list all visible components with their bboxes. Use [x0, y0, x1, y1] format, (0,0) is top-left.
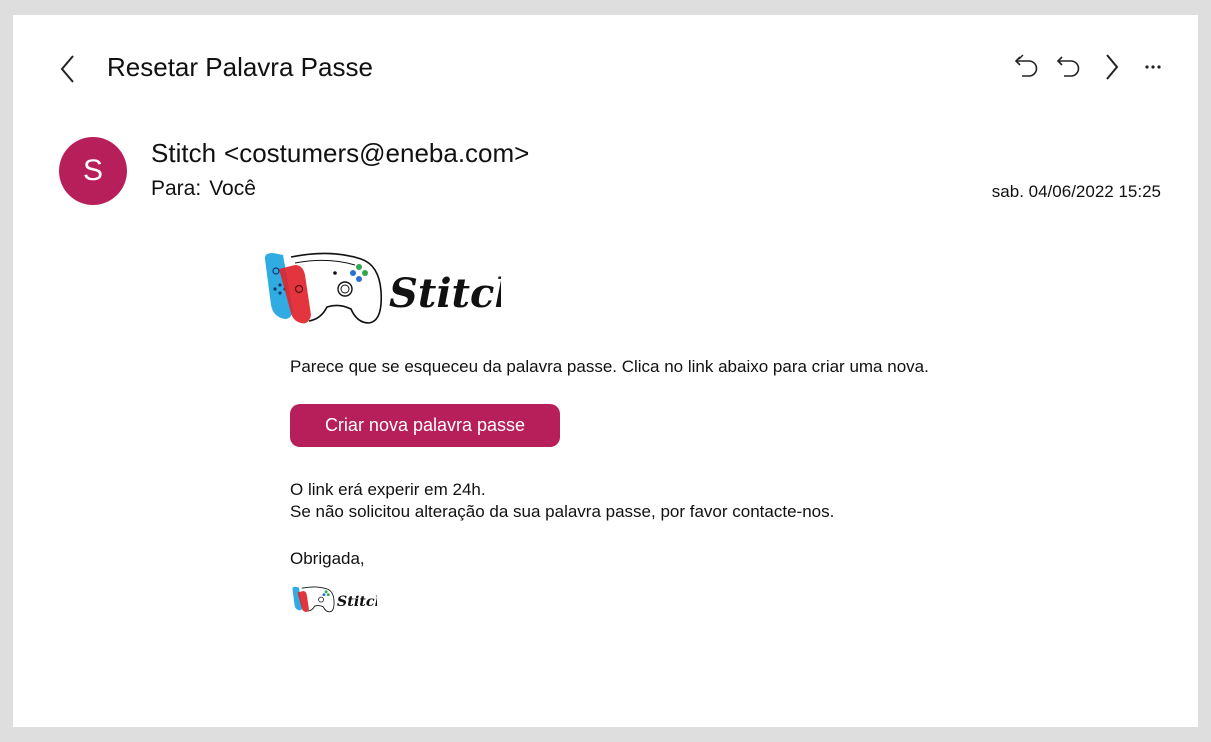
- recipient-value: Você: [209, 177, 256, 200]
- avatar-letter: S: [82, 154, 103, 187]
- more-button[interactable]: [1136, 51, 1170, 83]
- expiry-text: O link erá experir em 24h.: [290, 480, 486, 499]
- sender-line: Stitch <costumers@eneba.com>: [151, 137, 529, 169]
- recipient-label: Para:: [151, 177, 202, 200]
- stitch-logo-small: Stitch: [291, 583, 385, 622]
- sender-name: Stitch: [151, 138, 217, 168]
- reply-icon: [1056, 56, 1080, 77]
- more-icon: [1145, 65, 1161, 69]
- reply-button[interactable]: [1052, 51, 1086, 83]
- logo-wordmark-small: Stitch: [337, 594, 377, 610]
- logo-wordmark: Stitch: [389, 270, 501, 317]
- avatar: S: [59, 137, 127, 205]
- email-toolbar: [1010, 51, 1170, 83]
- sender-email[interactable]: <costumers@eneba.com>: [224, 138, 529, 168]
- reply-all-icon: [1014, 54, 1038, 77]
- back-button[interactable]: [58, 53, 86, 85]
- signoff-text: Obrigada,: [290, 549, 365, 568]
- email-date: sab. 04/06/2022 15:25: [991, 182, 1161, 201]
- stitch-logo: Stitch: [261, 249, 523, 336]
- forward-icon: [1106, 54, 1119, 80]
- notice-text: Se não solicitou alteração da sua palavr…: [290, 502, 835, 521]
- chevron-left-icon: [60, 55, 74, 83]
- intro-text: Parece que se esqueceu da palavra passe.…: [290, 357, 929, 376]
- email-window: Resetar Palavra Passe S Stitch <costumer…: [13, 15, 1198, 727]
- forward-button[interactable]: [1094, 51, 1128, 83]
- recipient-line: Para: Você: [151, 175, 256, 203]
- reply-all-button[interactable]: [1010, 51, 1044, 83]
- email-subject: Resetar Palavra Passe: [107, 52, 373, 82]
- create-password-button[interactable]: Criar nova palavra passe: [290, 404, 560, 447]
